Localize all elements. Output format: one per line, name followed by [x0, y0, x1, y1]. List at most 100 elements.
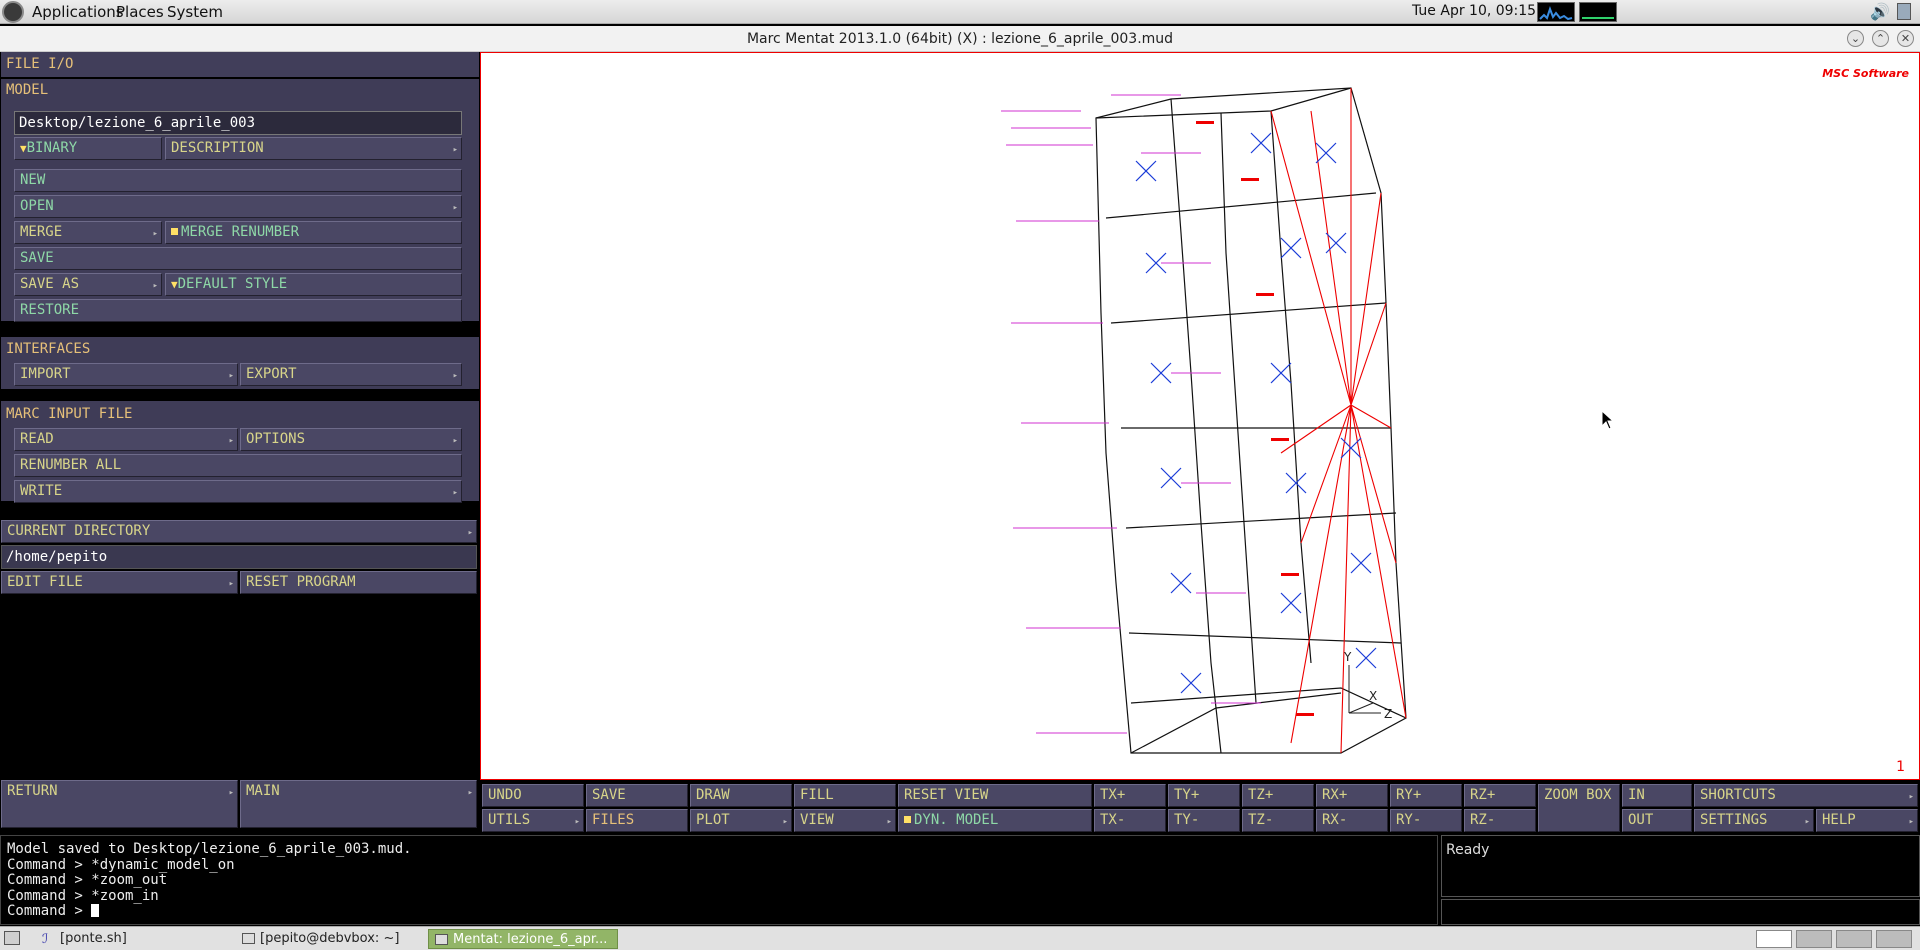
red-load-markers: [1196, 121, 1314, 716]
close-icon[interactable]: ✕: [1897, 30, 1914, 47]
command-console[interactable]: Model saved to Desktop/lezione_6_aprile_…: [0, 835, 1438, 925]
description-button[interactable]: DESCRIPTION ▸: [165, 137, 462, 160]
directory-path-field[interactable]: /home/pepito: [1, 545, 477, 569]
task-terminal[interactable]: [pepito@debvbox: ~]: [236, 929, 424, 949]
workspace-1[interactable]: [1756, 930, 1792, 948]
open-button[interactable]: OPEN ▸: [14, 195, 462, 218]
submenu-arrow-icon: ▸: [1908, 792, 1914, 802]
renumber-all-button[interactable]: RENUMBER ALL: [14, 454, 462, 477]
dropdown-triangle-icon: ▼: [171, 278, 178, 291]
workspace-3[interactable]: [1836, 930, 1872, 948]
dyn-model-toggle[interactable]: DYN. MODEL: [898, 809, 1092, 832]
shortcuts-button[interactable]: SHORTCUTS ▸: [1694, 784, 1918, 807]
tz-minus-button[interactable]: TZ-: [1242, 809, 1314, 832]
utils-button[interactable]: UTILS ▸: [482, 809, 584, 832]
zoom-box-button[interactable]: ZOOM BOX: [1538, 784, 1620, 832]
reset-view-button[interactable]: RESET VIEW: [898, 784, 1092, 807]
task-mentat[interactable]: Mentat: lezione_6_apr...: [428, 929, 618, 949]
toolbar-save-button[interactable]: SAVE: [586, 784, 688, 807]
plot-button[interactable]: PLOT ▸: [690, 809, 792, 832]
submenu-arrow-icon: ▸: [1804, 817, 1810, 827]
bottom-toolbar: UNDO SAVE DRAW FILL RESET VIEW TX+ TY+ T…: [480, 782, 1920, 832]
command-prompt[interactable]: Command >: [7, 903, 1431, 920]
view-button[interactable]: VIEW ▸: [794, 809, 896, 832]
axis-labels: Y X Z: [1343, 650, 1392, 721]
submenu-arrow-icon: ▸: [452, 203, 458, 213]
ry-plus-button[interactable]: RY+: [1390, 784, 1462, 807]
clock[interactable]: Tue Apr 10, 09:15: [1412, 3, 1536, 19]
tx-plus-button[interactable]: TX+: [1094, 784, 1166, 807]
status-text: Ready: [1446, 842, 1490, 858]
console-line: Model saved to Desktop/lezione_6_aprile_…: [7, 841, 412, 857]
graphics-viewport[interactable]: MSC Software Y X Z 1: [480, 52, 1920, 780]
fem-model-mesh[interactable]: Y X Z: [481, 53, 1919, 779]
system-menu[interactable]: System: [167, 3, 223, 21]
restore-button[interactable]: RESTORE: [14, 299, 462, 322]
binary-button[interactable]: ▼BINARY: [14, 137, 162, 160]
task-ponte[interactable]: ℐ [ponte.sh]: [36, 929, 236, 949]
applications-menu[interactable]: Applications: [32, 3, 124, 21]
ty-minus-button[interactable]: TY-: [1168, 809, 1240, 832]
ry-minus-button[interactable]: RY-: [1390, 809, 1462, 832]
return-button[interactable]: RETURN ▸: [1, 780, 238, 828]
merge-button[interactable]: MERGE ▸: [14, 221, 162, 244]
options-button[interactable]: OPTIONS ▸: [240, 428, 462, 451]
write-button[interactable]: WRITE ▸: [14, 480, 462, 503]
status-panel: Ready: [1441, 835, 1920, 897]
mesh-edges: [1095, 87, 1407, 754]
rz-plus-button[interactable]: RZ+: [1464, 784, 1536, 807]
main-button[interactable]: MAIN ▸: [240, 780, 477, 828]
import-button[interactable]: IMPORT ▸: [14, 363, 238, 386]
rz-minus-button[interactable]: RZ-: [1464, 809, 1536, 832]
cpu-monitor-icon[interactable]: [1537, 2, 1575, 22]
submenu-arrow-icon: ▸: [574, 817, 580, 827]
submenu-arrow-icon: ▸: [152, 229, 158, 239]
help-button[interactable]: HELP ▸: [1816, 809, 1918, 832]
places-menu[interactable]: Places: [116, 3, 164, 21]
new-button[interactable]: NEW: [14, 169, 462, 192]
current-directory-button[interactable]: CURRENT DIRECTORY ▸: [1, 520, 477, 543]
workspace-2[interactable]: [1796, 930, 1832, 948]
console-line: Command > *dynamic_model_on: [7, 856, 235, 873]
export-button[interactable]: EXPORT ▸: [240, 363, 462, 386]
model-header: MODEL: [6, 82, 49, 98]
status-subpanel: [1441, 899, 1920, 925]
show-desktop-icon[interactable]: [4, 931, 20, 945]
rx-plus-button[interactable]: RX+: [1316, 784, 1388, 807]
submenu-arrow-icon: ▸: [228, 579, 234, 589]
fill-button[interactable]: FILL: [794, 784, 896, 807]
dropdown-triangle-icon: ▼: [20, 142, 27, 155]
rx-minus-button[interactable]: RX-: [1316, 809, 1388, 832]
read-button[interactable]: READ ▸: [14, 428, 238, 451]
draw-button[interactable]: DRAW: [690, 784, 792, 807]
undo-button[interactable]: UNDO: [482, 784, 584, 807]
ty-plus-button[interactable]: TY+: [1168, 784, 1240, 807]
rbe-spider-links: [1270, 88, 1407, 754]
minimize-icon[interactable]: ⌄: [1847, 30, 1864, 47]
edit-file-button[interactable]: EDIT FILE ▸: [1, 571, 238, 594]
load-arrows: [1001, 94, 1261, 734]
maximize-icon[interactable]: ⌃: [1872, 30, 1889, 47]
volume-icon[interactable]: 🔊: [1870, 2, 1890, 21]
tz-plus-button[interactable]: TZ+: [1242, 784, 1314, 807]
model-path-field[interactable]: Desktop/lezione_6_aprile_003: [14, 111, 462, 135]
tx-minus-button[interactable]: TX-: [1094, 809, 1166, 832]
power-icon[interactable]: [1897, 3, 1911, 20]
zoom-in-button[interactable]: IN: [1622, 784, 1692, 807]
network-monitor-icon[interactable]: [1579, 2, 1617, 22]
zoom-out-button[interactable]: OUT: [1622, 809, 1692, 832]
files-button[interactable]: FILES: [586, 809, 688, 832]
submenu-arrow-icon: ▸: [152, 281, 158, 291]
file-io-header: FILE I/O: [1, 52, 479, 77]
save-as-button[interactable]: SAVE AS ▸: [14, 273, 162, 296]
workspace-4[interactable]: [1876, 930, 1912, 948]
reset-program-button[interactable]: RESET PROGRAM: [240, 571, 477, 594]
save-button[interactable]: SAVE: [14, 247, 462, 270]
window-icon: [435, 934, 448, 945]
merge-renumber-toggle[interactable]: MERGE RENUMBER: [165, 221, 462, 244]
submenu-arrow-icon: ▸: [886, 817, 892, 827]
settings-button[interactable]: SETTINGS ▸: [1694, 809, 1814, 832]
gnome-foot-icon[interactable]: [2, 1, 24, 23]
default-style-button[interactable]: ▼DEFAULT STYLE: [165, 273, 462, 296]
submenu-arrow-icon: ▸: [228, 436, 234, 446]
